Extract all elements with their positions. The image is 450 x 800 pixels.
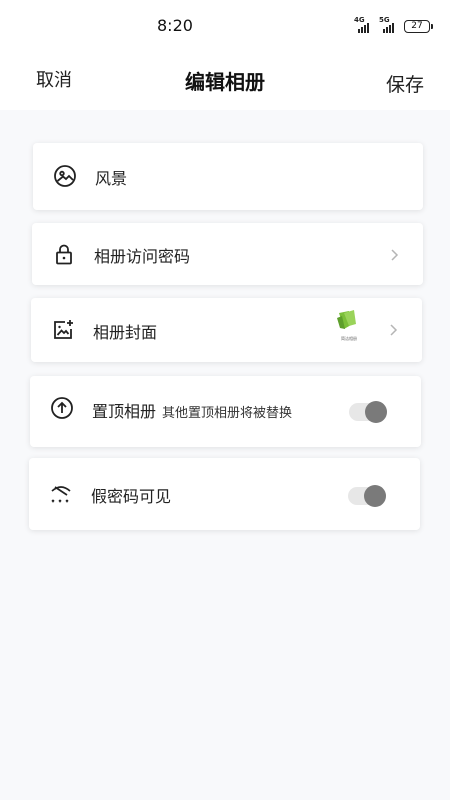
album-name-label: 风景 — [95, 169, 128, 188]
status-time: 8:20 — [157, 16, 193, 35]
fake-password-toggle[interactable] — [348, 485, 386, 507]
header: 取消 编辑相册 保存 — [0, 50, 450, 110]
image-add-icon — [54, 320, 73, 339]
status-indicators: 4G 5G 27 — [354, 17, 433, 33]
fake-password-label: 假密码可见 — [91, 487, 172, 506]
cover-thumbnail-text: 简洁相册 — [341, 336, 357, 341]
cover-image-icon — [332, 308, 366, 350]
signal-5g-icon: 5G — [379, 17, 399, 33]
pin-top-toggle[interactable] — [349, 401, 387, 423]
pin-top-row: 置顶相册 其他置顶相册将被替换 — [30, 376, 421, 447]
signal-4g-icon: 4G — [354, 17, 374, 33]
album-name-row[interactable]: 风景 — [33, 143, 423, 210]
save-button[interactable]: 保存 — [386, 70, 424, 97]
upload-arrow-icon — [51, 397, 73, 419]
battery-icon: 27 — [404, 19, 433, 33]
image-icon — [54, 165, 76, 187]
access-password-label: 相册访问密码 — [94, 247, 191, 266]
battery-level: 27 — [411, 20, 423, 31]
pin-top-hint: 其他置顶相册将被替换 — [162, 406, 293, 421]
status-bar: 8:20 4G 5G 27 — [0, 0, 450, 50]
pin-top-title: 置顶相册 — [92, 402, 157, 421]
pin-top-label: 置顶相册 其他置顶相册将被替换 — [92, 398, 292, 422]
eye-off-icon — [51, 486, 71, 503]
fake-password-row: 假密码可见 — [29, 458, 420, 530]
page-title: 编辑相册 — [185, 70, 265, 94]
cover-thumbnail: 简洁相册 — [332, 308, 366, 350]
access-password-row[interactable]: 相册访问密码 — [32, 223, 423, 285]
screen: 8:20 4G 5G 27 取消 编辑相册 保存 风景 相册访问密码 相册封面 … — [0, 0, 450, 800]
chevron-right-icon — [391, 249, 399, 261]
chevron-right-icon — [390, 324, 398, 336]
lock-icon — [56, 244, 72, 265]
toggle-knob — [364, 485, 386, 507]
album-cover-row[interactable]: 相册封面 简洁相册 — [31, 298, 422, 362]
toggle-knob — [365, 401, 387, 423]
album-cover-label: 相册封面 — [93, 323, 158, 342]
